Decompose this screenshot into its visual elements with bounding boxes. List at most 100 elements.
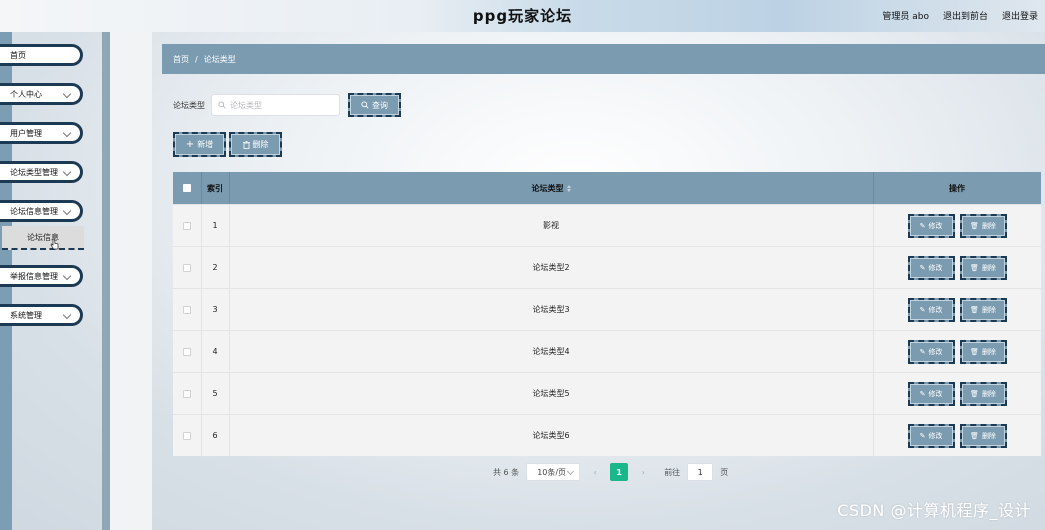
sidebar-item-label: 用户管理 <box>10 128 42 138</box>
table-row: 5 论坛类型5 ✎ 修改 🗑 删除 <box>173 372 1041 414</box>
edit-button[interactable]: ✎ 修改 <box>907 213 955 238</box>
sidebar-item-forum-type-management[interactable]: 论坛类型管理 <box>0 161 83 183</box>
admin-label: 管理员 abo <box>882 12 929 22</box>
goto-page-input[interactable]: 1 <box>687 463 714 481</box>
add-button[interactable]: + 新增 <box>173 132 226 157</box>
row-index: 5 <box>212 389 218 398</box>
sidebar-subitem-forum-info[interactable]: 论坛信息 <box>2 226 84 250</box>
prev-page-button[interactable]: ‹ <box>587 463 603 481</box>
row-checkbox[interactable] <box>183 347 191 356</box>
edit-icon: ✎ <box>919 389 926 398</box>
page-size-value: 10条/页 <box>537 467 567 477</box>
trash-icon: 🗑 <box>970 305 979 314</box>
pagination: 共 6 条 10条/页 ‹ 1 › 前往 1 页 <box>493 463 728 481</box>
row-checkbox[interactable] <box>183 305 191 314</box>
edit-button[interactable]: ✎ 修改 <box>907 255 955 280</box>
batch-delete-label: 删除 <box>252 140 269 149</box>
plus-icon: + <box>185 139 195 150</box>
edit-label: 修改 <box>928 305 943 314</box>
delete-button[interactable]: 🗑 删除 <box>959 255 1007 280</box>
delete-button[interactable]: 🗑 删除 <box>959 213 1007 238</box>
action-row: + 新增 删除 <box>173 132 282 157</box>
data-table: 索引 论坛类型 操作 1 影视 ✎ 修改 🗑 删除 2 论坛类型2 ✎ 修改 🗑… <box>173 172 1041 456</box>
add-button-label: 新增 <box>197 140 214 149</box>
breadcrumb-home[interactable]: 首页 <box>173 54 189 65</box>
row-forum-type: 论坛类型4 <box>532 347 570 356</box>
delete-label: 删除 <box>981 347 996 356</box>
table-row: 3 论坛类型3 ✎ 修改 🗑 删除 <box>173 288 1041 330</box>
edit-label: 修改 <box>928 221 943 230</box>
search-icon <box>361 101 369 109</box>
search-button[interactable]: 查询 <box>348 93 401 117</box>
edit-icon: ✎ <box>919 347 926 356</box>
top-header: ppg玩家论坛 管理员 abo 退出到前台 退出登录 <box>0 0 1045 32</box>
edit-label: 修改 <box>928 431 943 440</box>
row-forum-type: 论坛类型6 <box>532 431 570 440</box>
logout-link[interactable]: 退出登录 <box>1002 9 1038 22</box>
sidebar-divider <box>102 32 110 530</box>
sort-icon[interactable] <box>566 184 571 192</box>
trash-icon: 🗑 <box>970 431 979 440</box>
edit-icon: ✎ <box>919 263 926 272</box>
row-checkbox[interactable] <box>183 431 191 440</box>
table-row: 1 影视 ✎ 修改 🗑 删除 <box>173 204 1041 246</box>
delete-button[interactable]: 🗑 删除 <box>959 423 1007 448</box>
edit-icon: ✎ <box>919 431 926 440</box>
sidebar-item-system-management[interactable]: 系统管理 <box>0 304 83 326</box>
trash-icon: 🗑 <box>970 389 979 398</box>
row-forum-type: 论坛类型5 <box>532 389 570 398</box>
total-count: 共 6 条 <box>493 467 520 477</box>
edit-button[interactable]: ✎ 修改 <box>907 423 955 448</box>
delete-button[interactable]: 🗑 删除 <box>959 339 1007 364</box>
row-index: 6 <box>212 431 218 440</box>
chevron-down-icon <box>62 206 72 216</box>
sidebar-item-home[interactable]: 首页 <box>0 44 83 66</box>
trash-icon: 🗑 <box>970 263 979 272</box>
delete-label: 删除 <box>981 263 996 272</box>
edit-button[interactable]: ✎ 修改 <box>907 297 955 322</box>
row-index: 4 <box>212 347 218 356</box>
select-all-checkbox[interactable] <box>183 184 191 192</box>
search-input[interactable]: 论坛类型 <box>211 94 340 116</box>
sidebar-item-user-management[interactable]: 用户管理 <box>0 122 83 144</box>
page-unit-label: 页 <box>720 467 729 477</box>
goto-label: 前往 <box>664 467 681 477</box>
header-index: 索引 <box>207 183 223 193</box>
sidebar-item-label: 举报信息管理 <box>10 271 58 281</box>
sidebar-item-forum-info-management[interactable]: 论坛信息管理 <box>0 200 83 222</box>
row-index: 1 <box>212 221 218 230</box>
top-links: 管理员 abo 退出到前台 退出登录 <box>882 9 1038 22</box>
edit-icon: ✎ <box>919 221 926 230</box>
edit-button[interactable]: ✎ 修改 <box>907 381 955 406</box>
row-forum-type: 论坛类型3 <box>532 305 570 314</box>
sidebar-item-report-management[interactable]: 举报信息管理 <box>0 265 83 287</box>
batch-delete-button[interactable]: 删除 <box>229 132 282 157</box>
breadcrumb-current: 论坛类型 <box>203 54 236 64</box>
row-checkbox[interactable] <box>183 263 191 272</box>
trash-icon <box>242 140 250 149</box>
edit-icon: ✎ <box>919 305 926 314</box>
row-index: 2 <box>212 263 218 272</box>
exit-to-front-link[interactable]: 退出到前台 <box>943 9 988 22</box>
row-checkbox[interactable] <box>183 389 191 398</box>
header-forum-type[interactable]: 论坛类型 <box>229 172 873 204</box>
search-button-label: 查询 <box>372 100 388 110</box>
table-row: 4 论坛类型4 ✎ 修改 🗑 删除 <box>173 330 1041 372</box>
edit-label: 修改 <box>928 263 943 272</box>
chevron-down-icon <box>62 271 72 281</box>
chevron-down-icon <box>567 467 575 476</box>
search-row: 论坛类型 论坛类型 查询 <box>173 93 401 117</box>
chevron-down-icon <box>62 167 72 177</box>
table-header: 索引 论坛类型 操作 <box>173 172 1041 204</box>
header-operations: 操作 <box>949 183 965 193</box>
delete-label: 删除 <box>981 305 996 314</box>
delete-button[interactable]: 🗑 删除 <box>959 297 1007 322</box>
page-number-current[interactable]: 1 <box>610 463 629 481</box>
delete-button[interactable]: 🗑 删除 <box>959 381 1007 406</box>
chevron-down-icon <box>62 128 72 138</box>
edit-button[interactable]: ✎ 修改 <box>907 339 955 364</box>
row-checkbox[interactable] <box>183 221 191 230</box>
next-page-button[interactable]: › <box>635 463 651 481</box>
page-size-select[interactable]: 10条/页 <box>526 463 581 481</box>
sidebar-item-personal-center[interactable]: 个人中心 <box>0 83 83 105</box>
